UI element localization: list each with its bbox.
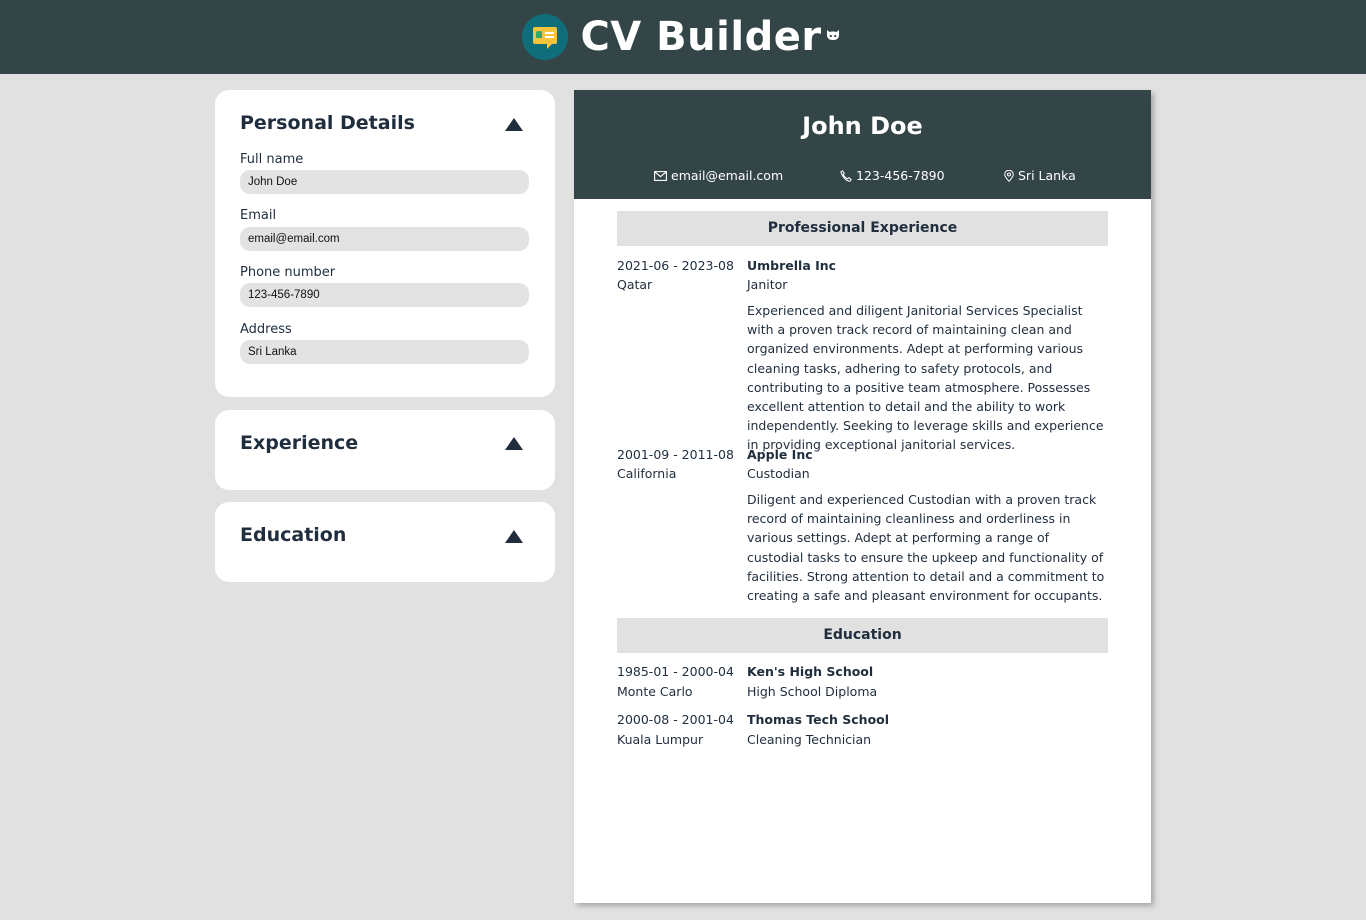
phone-input[interactable] (240, 283, 529, 307)
experience-location: California (617, 466, 677, 481)
app-header: CV Builder (0, 0, 1366, 74)
collapse-personal-icon[interactable] (505, 118, 523, 131)
experience-location: Qatar (617, 277, 653, 292)
experience-company: Apple Inc (747, 447, 813, 462)
experience-description: Diligent and experienced Custodian with … (747, 492, 1105, 604)
full-name-input[interactable] (240, 170, 529, 194)
experience-company: Umbrella Inc (747, 258, 837, 273)
personal-details-heading: Personal Details (240, 112, 415, 134)
education-dates: 1985-01 - 2000-04 (617, 664, 734, 679)
collapse-experience-icon[interactable] (505, 437, 523, 450)
experience-panel[interactable]: Experience (215, 410, 555, 490)
resume-email-text: email@email.com (671, 168, 784, 183)
education-section-heading: Education (617, 618, 1108, 653)
resume-header: John Doe email@email.com 123-456-7890 Sr… (574, 90, 1151, 199)
phone-icon (840, 169, 852, 182)
map-pin-icon (1004, 169, 1014, 182)
address-label: Address (240, 322, 292, 337)
resume-preview: John Doe email@email.com 123-456-7890 Sr… (574, 90, 1151, 903)
email-input[interactable] (240, 227, 529, 251)
education-school: Ken's High School (747, 664, 874, 679)
envelope-icon (654, 170, 667, 181)
full-name-label: Full name (240, 152, 304, 167)
email-label: Email (240, 208, 277, 223)
experience-position: Janitor (747, 277, 788, 292)
experience-dates: 2021-06 - 2023-08 (617, 258, 734, 273)
phone-label: Phone number (240, 265, 336, 280)
resume-location-text: Sri Lanka (1018, 168, 1076, 183)
resume-email: email@email.com (654, 168, 783, 183)
address-input[interactable] (240, 340, 529, 364)
experience-position: Custodian (747, 466, 810, 481)
experience-dates: 2001-09 - 2011-08 (617, 447, 734, 462)
education-degree: High School Diploma (747, 684, 878, 699)
resume-name: John Doe (802, 112, 923, 140)
education-panel[interactable]: Education (215, 502, 555, 582)
resume-location: Sri Lanka (1004, 168, 1076, 183)
personal-details-panel: Personal Details Full name Email Phone n… (215, 90, 555, 397)
app-title: CV Builder (580, 14, 822, 60)
experience-section-heading: Professional Experience (617, 211, 1108, 246)
education-heading: Education (240, 524, 347, 546)
education-location: Monte Carlo (617, 684, 693, 699)
education-dates: 2000-08 - 2001-04 (617, 712, 734, 727)
experience-heading: Experience (240, 432, 359, 454)
education-location: Kuala Lumpur (617, 732, 704, 747)
resume-phone-text: 123-456-7890 (856, 168, 945, 183)
github-icon[interactable] (826, 29, 840, 41)
education-school: Thomas Tech School (747, 712, 890, 727)
education-degree: Cleaning Technician (747, 732, 872, 747)
resume-phone: 123-456-7890 (840, 168, 945, 183)
collapse-education-icon[interactable] (505, 530, 523, 543)
experience-description: Experienced and diligent Janitorial Serv… (747, 303, 1104, 453)
resume-card-icon (522, 14, 569, 60)
